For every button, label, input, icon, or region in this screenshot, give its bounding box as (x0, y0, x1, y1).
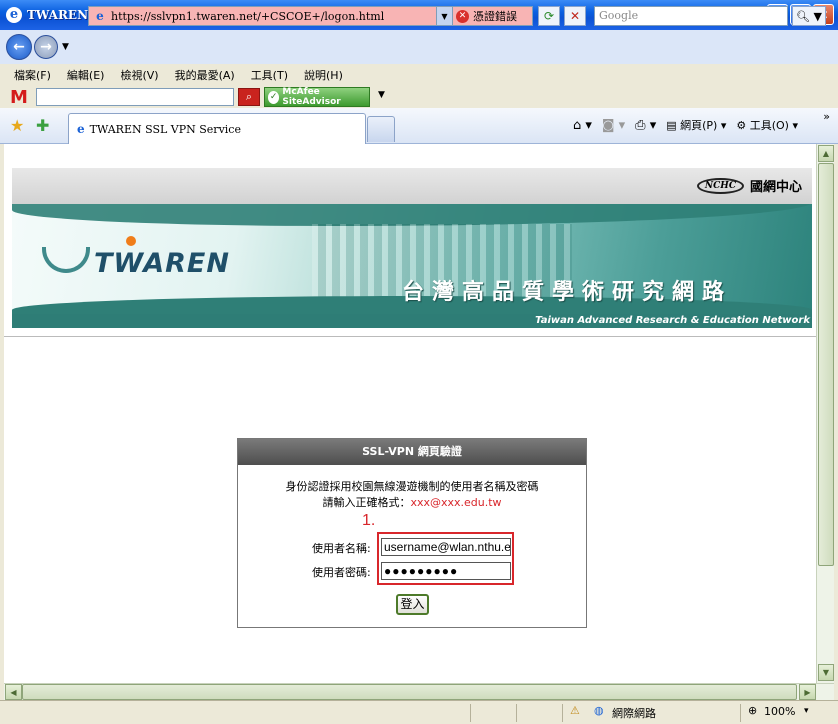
twaren-banner: NCHC 國網中心 TWAREN 台灣高品質學術研究網路 Taiwan Adva… (12, 168, 812, 328)
username-input[interactable]: username@wlan.nthu.edu.tw (381, 538, 511, 556)
mcafee-toolbar: M ⌕ ✓ McAfee SiteAdvisor ▼ (0, 86, 838, 108)
chevron-more-icon[interactable]: » (823, 110, 830, 123)
zone-label: 網際網路 (612, 707, 656, 720)
home-icon[interactable]: ⌂ ▾ (573, 118, 592, 133)
feeds-icon[interactable]: ◙ ▾ (602, 118, 625, 133)
twaren-logo-text: TWAREN (94, 248, 230, 279)
tab-twaren[interactable]: e TWAREN SSL VPN Service (68, 113, 366, 144)
nchc-name: 國網中心 (749, 180, 802, 195)
address-bar[interactable]: e https://sslvpn1.twaren.net/+CSCOE+/log… (88, 6, 453, 26)
zoom-icon: ⊕ (748, 704, 758, 717)
menu-help[interactable]: 說明(H) (304, 67, 343, 83)
ie-icon: e (6, 7, 22, 23)
refresh-button[interactable]: ⟳ (538, 6, 560, 26)
twaren-logo: TWAREN (42, 236, 230, 279)
banner-chinese-name: 台灣高品質學術研究網路 (402, 280, 733, 305)
banner-english-name: Taiwan Advanced Research & Education Net… (12, 314, 812, 328)
zoom-dropdown-icon[interactable]: ▾ (804, 706, 809, 716)
scroll-left-icon[interactable]: ◀ (5, 684, 22, 700)
menu-favorites[interactable]: 我的最愛(A) (175, 67, 235, 83)
tab-title: TWAREN SSL VPN Service (89, 122, 241, 136)
divider (4, 336, 816, 337)
search-input[interactable]: Google (594, 6, 788, 26)
status-bar: ⚠ ◍ 網際網路 ⊕ 100% ▾ (0, 700, 838, 724)
mcafee-advisor-label: McAfee SiteAdvisor (282, 87, 341, 107)
add-favorite-icon[interactable]: ✚ (36, 116, 49, 135)
scroll-up-icon[interactable]: ▲ (818, 145, 834, 162)
nchc-logo: NCHC 國網中心 (696, 176, 802, 195)
password-input[interactable]: ●●●●●●●●● (381, 562, 511, 580)
vertical-scroll-thumb[interactable] (818, 163, 834, 566)
address-url: https://sslvpn1.twaren.net/+CSCOE+/logon… (111, 9, 385, 23)
menu-bar: 檔案(F) 編輯(E) 檢視(V) 我的最愛(A) 工具(T) 說明(H) (0, 64, 838, 86)
scroll-down-icon[interactable]: ▼ (818, 664, 834, 681)
login-info-line2: 請輸入正確格式：xxx@xxx.edu.tw (238, 494, 586, 510)
horizontal-scrollbar[interactable]: ◀ ▶ (4, 683, 834, 700)
address-dropdown-icon[interactable]: ▼ (436, 7, 452, 25)
format-example: xxx@xxx.edu.tw (410, 496, 502, 509)
menu-tools[interactable]: 工具(T) (251, 67, 288, 83)
check-icon: ✓ (268, 90, 280, 104)
step-marker: 1. (362, 512, 376, 529)
tools-menu-button[interactable]: ⚙ 工具(O) ▾ (736, 117, 798, 133)
menu-view[interactable]: 檢視(V) (120, 67, 158, 83)
error-icon: ✕ (456, 9, 469, 23)
mcafee-search-button[interactable]: ⌕ (238, 88, 260, 106)
vertical-scrollbar[interactable]: ▲ ▼ (816, 144, 834, 683)
mcafee-search-input[interactable] (36, 88, 234, 106)
certificate-error-button[interactable]: ✕ 憑證錯誤 (453, 6, 533, 26)
popup-blocker-icon[interactable]: ⚠ (570, 704, 580, 717)
globe-icon: ◍ (594, 704, 604, 717)
address-toolbar: ← → ▼ (0, 30, 838, 64)
favorites-star-icon[interactable]: ★ (10, 116, 24, 135)
page-menu-button[interactable]: ▤ 網頁(P) ▾ (666, 117, 726, 133)
search-button[interactable]: 🔍︎ ▼ (792, 6, 826, 26)
certificate-error-label: 憑證錯誤 (473, 10, 517, 23)
new-tab-button[interactable] (367, 116, 395, 142)
mcafee-dropdown-icon[interactable]: ▼ (378, 90, 385, 100)
mcafee-logo: M (10, 87, 28, 108)
page-menu-label: 網頁(P) (680, 119, 718, 132)
history-dropdown-icon[interactable]: ▼ (62, 42, 69, 52)
login-button[interactable]: 登入 (396, 594, 429, 615)
password-label: 使用者密碼: (312, 566, 371, 579)
login-panel: SSL-VPN 網頁驗證 身份認證採用校園無線漫遊機制的使用者名稱及密碼 請輸入… (237, 438, 587, 628)
scroll-right-icon[interactable]: ▶ (799, 684, 816, 700)
print-icon[interactable]: ⎙ ▾ (635, 118, 656, 133)
search-icon: ⌕ (245, 90, 253, 103)
tab-bar: ★ ✚ e TWAREN SSL VPN Service ⌂ ▾ ◙ ▾ ⎙ ▾… (0, 108, 838, 144)
zoom-level[interactable]: 100% (764, 705, 795, 718)
menu-file[interactable]: 檔案(F) (14, 67, 51, 83)
username-label: 使用者名稱: (312, 542, 371, 555)
login-header: SSL-VPN 網頁驗證 (238, 439, 586, 465)
mcafee-siteadvisor-button[interactable]: ✓ McAfee SiteAdvisor (264, 87, 370, 107)
back-button[interactable]: ← (6, 34, 32, 60)
format-prefix: 請輸入正確格式： (322, 496, 411, 509)
page-content: NCHC 國網中心 TWAREN 台灣高品質學術研究網路 Taiwan Adva… (4, 144, 816, 683)
search-icon: 🔍︎ (796, 9, 810, 23)
tools-menu-label: 工具(O) (749, 119, 789, 132)
horizontal-scroll-thumb[interactable] (22, 684, 797, 700)
login-info-line1: 身份認證採用校園無線漫遊機制的使用者名稱及密碼 (285, 480, 539, 493)
nchc-badge: NCHC (696, 177, 744, 194)
forward-button[interactable]: → (34, 35, 58, 59)
menu-edit[interactable]: 編輯(E) (67, 67, 105, 83)
stop-button[interactable]: ✕ (564, 6, 586, 26)
page-icon: e (96, 9, 104, 23)
page-icon: e (77, 122, 85, 136)
